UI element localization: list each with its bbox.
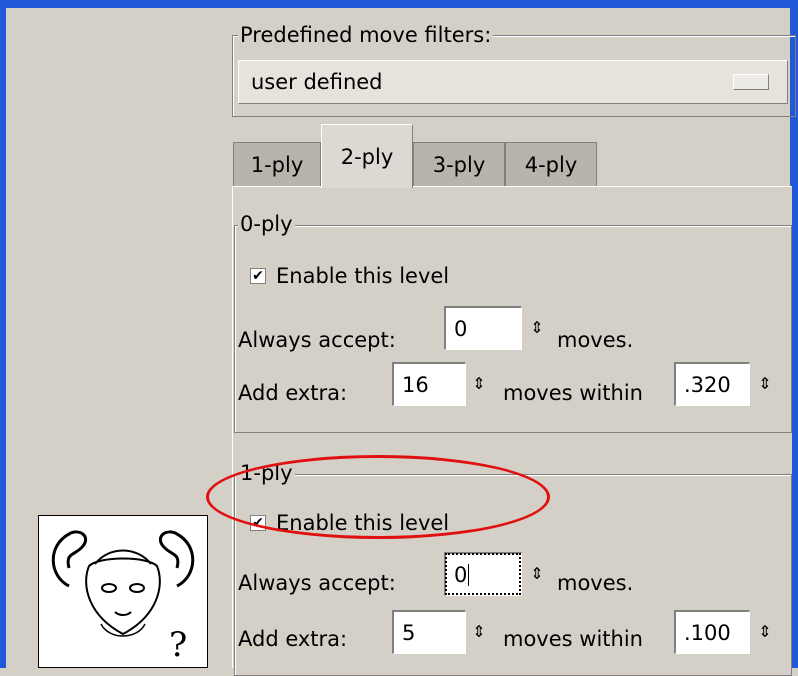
- dropdown-button-icon[interactable]: [733, 74, 769, 90]
- level-1-extra-input[interactable]: 5: [392, 610, 466, 654]
- level-1-accept-label: Always accept:: [238, 571, 396, 595]
- level-0-moves-label: moves.: [557, 328, 634, 352]
- tab-1-ply[interactable]: 1-ply: [233, 142, 321, 186]
- spin-updown-icon: ⇕: [758, 622, 772, 641]
- tab-2-ply[interactable]: 2-ply: [321, 124, 413, 188]
- level-1-enable-checkbox[interactable]: ✔ Enable this level: [250, 511, 449, 535]
- check-icon: ✔: [250, 268, 266, 284]
- level-1-extra-label: Add extra:: [238, 627, 348, 651]
- spin-updown-icon: ⇕: [530, 564, 544, 583]
- level-1-accept-input[interactable]: 0: [444, 552, 522, 596]
- level-1-accept-spinner[interactable]: ⇕: [526, 552, 548, 596]
- level-0-title: 0-ply: [238, 211, 295, 237]
- tab-3-ply[interactable]: 3-ply: [413, 142, 505, 186]
- level-1-extra-value: 5: [402, 620, 416, 645]
- level-0-enable-label: Enable this level: [276, 264, 450, 288]
- level-0-extra-label: Add extra:: [238, 381, 348, 405]
- level-1-within-spinner[interactable]: ⇕: [754, 610, 776, 654]
- level-1-moves-label: moves.: [557, 571, 634, 595]
- check-icon: ✔: [250, 515, 266, 531]
- level-1-enable-label: Enable this level: [276, 511, 450, 535]
- level-0-enable-checkbox[interactable]: ✔ Enable this level: [250, 264, 449, 288]
- spin-updown-icon: ⇕: [758, 374, 772, 393]
- svg-text:?: ?: [169, 625, 187, 665]
- level-1-within-label: moves within: [503, 627, 643, 651]
- level-0-extra-input[interactable]: 16: [392, 362, 466, 406]
- gnu-logo-icon: ?: [38, 515, 208, 668]
- level-1-accept-value: 0: [454, 562, 468, 587]
- level-0-extra-value: 16: [402, 372, 429, 397]
- tab-4-ply[interactable]: 4-ply: [505, 142, 597, 186]
- spin-updown-icon: ⇕: [530, 318, 544, 337]
- level-0-accept-input[interactable]: 0: [444, 306, 522, 350]
- tab-label: 1-ply: [250, 152, 304, 177]
- predefined-filter-select[interactable]: user defined: [238, 60, 788, 104]
- predefined-label: Predefined move filters:: [238, 22, 494, 48]
- level-0-accept-value: 0: [454, 316, 468, 341]
- predefined-filter-value: user defined: [251, 70, 383, 94]
- tab-label: 2-ply: [340, 144, 394, 169]
- level-0-within-label: moves within: [503, 381, 643, 405]
- spin-updown-icon: ⇕: [472, 622, 486, 641]
- spin-updown-icon: ⇕: [472, 374, 486, 393]
- level-0-within-input[interactable]: .320: [674, 362, 750, 406]
- level-0-within-value: .320: [684, 372, 731, 397]
- tab-label: 3-ply: [432, 152, 486, 177]
- level-0-accept-spinner[interactable]: ⇕: [526, 306, 548, 350]
- level-1-extra-spinner[interactable]: ⇕: [468, 610, 490, 654]
- window-frame-left: [0, 8, 6, 668]
- tab-label: 4-ply: [524, 152, 578, 177]
- level-0-extra-spinner[interactable]: ⇕: [468, 362, 490, 406]
- level-0-within-spinner[interactable]: ⇕: [754, 362, 776, 406]
- level-1-within-input[interactable]: .100: [674, 610, 750, 654]
- text-caret: [468, 563, 470, 586]
- window-frame-top: [0, 0, 798, 8]
- level-0-accept-label: Always accept:: [238, 328, 396, 352]
- level-1-within-value: .100: [684, 620, 731, 645]
- level-1-title: 1-ply: [238, 460, 295, 486]
